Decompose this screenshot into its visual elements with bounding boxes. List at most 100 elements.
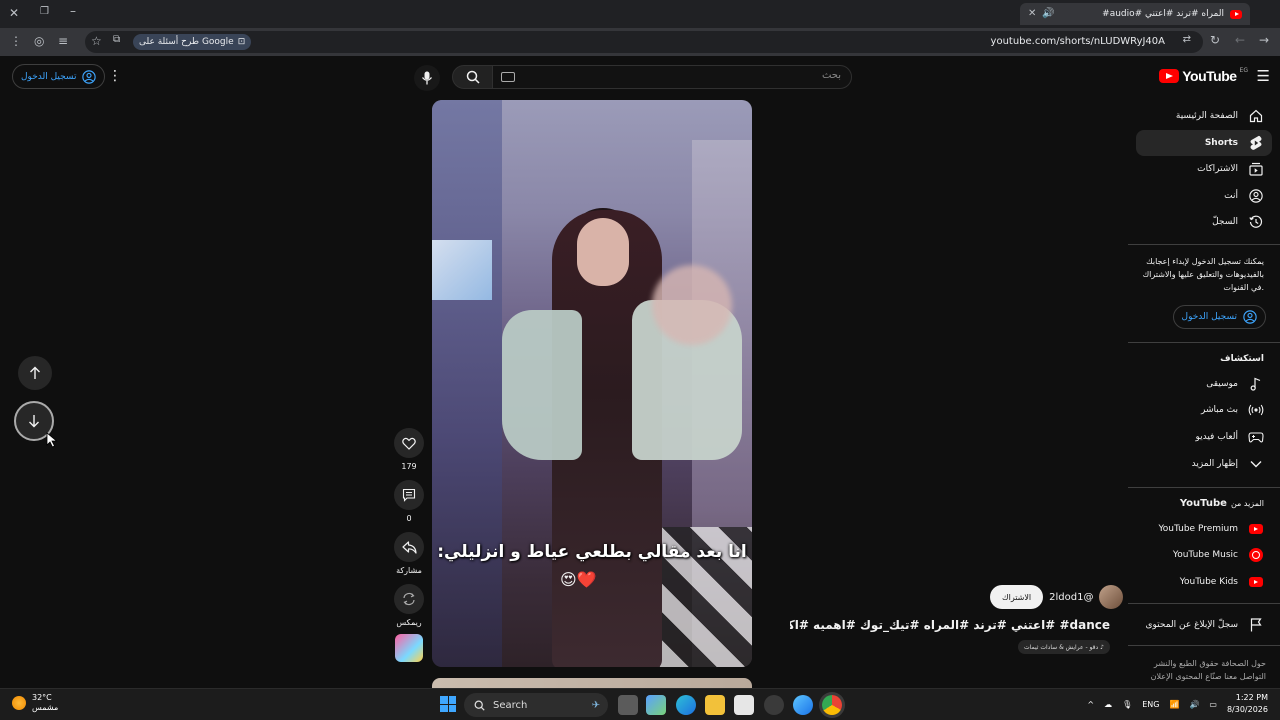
weather-temp: 32°C (32, 693, 52, 702)
search-highlight-icon: ✈ (591, 699, 600, 711)
wifi-icon[interactable]: 📶 (1169, 700, 1179, 709)
search-input[interactable]: بحث (492, 65, 852, 89)
battery-icon[interactable]: ▭ (1209, 700, 1217, 709)
sidebar-item-label: YouTube Kids (1179, 577, 1238, 587)
clock[interactable]: 1:22 PM 8/30/2026 (1227, 692, 1268, 716)
share-icon (401, 540, 417, 554)
signin-button-sidebar[interactable]: تسجيل الدخول (1172, 305, 1266, 329)
store-app-icon[interactable] (734, 695, 754, 715)
next-short-preview[interactable] (432, 678, 752, 688)
hamburger-menu-icon[interactable]: ☰ (1257, 67, 1270, 85)
microphone-icon[interactable]: 🎙 (1122, 700, 1132, 709)
keyboard-language[interactable]: ENG (1142, 700, 1159, 709)
ask-google-chip[interactable]: طرح أسئلة على Google ⊡ (133, 34, 252, 50)
remix-button[interactable] (394, 584, 424, 614)
like-button[interactable] (394, 428, 424, 458)
video-caption: انا بعد مقالي بطلعي عياط و انزليلي: (437, 542, 747, 562)
sidebar-item-you[interactable]: أنت (1136, 183, 1272, 209)
sidebar-divider (1128, 603, 1280, 604)
sidebar-item-report-history[interactable]: سجلّ الإبلاغ عن المحتوى (1136, 612, 1272, 638)
onedrive-icon[interactable]: ☁ (1104, 700, 1112, 709)
show-hidden-icons-icon[interactable]: ^ (1087, 700, 1094, 709)
sidebar-item-shorts[interactable]: Shorts (1136, 130, 1272, 156)
sidebar-divider (1128, 645, 1280, 646)
cast-icon[interactable]: ⧉ (113, 35, 120, 45)
remix-icon (403, 592, 415, 606)
channel-name[interactable]: @2ldod1 (1049, 592, 1093, 603)
share-button[interactable] (394, 532, 424, 562)
previous-short-button[interactable] (18, 356, 52, 390)
signin-label: تسجيل الدخول (21, 71, 77, 82)
arrow-down-icon (29, 415, 39, 428)
sidebar-item-youtube-kids[interactable]: YouTube Kids (1136, 569, 1272, 595)
restore-window-icon[interactable]: ❐ (40, 7, 49, 17)
footer-links[interactable]: حول الصحافة حقوق الطبع والنشر التواصل مع… (1136, 657, 1266, 683)
channel-avatar[interactable] (1099, 585, 1124, 609)
sidebar-item-home[interactable]: الصفحة الرئيسية (1136, 103, 1272, 129)
chrome-browser-icon[interactable] (822, 695, 842, 715)
tab-audio-icon[interactable]: 🔊 (1042, 9, 1054, 19)
search-icon (466, 70, 480, 84)
forward-icon[interactable]: ← (1235, 34, 1245, 46)
sidebar-item-live[interactable]: بث مباشر (1136, 397, 1272, 423)
windows-logo-icon (440, 696, 448, 704)
share-label: مشاركة (396, 566, 422, 575)
bookmark-star-icon[interactable]: ☆ (91, 35, 102, 47)
task-view-icon[interactable] (618, 695, 638, 715)
sidebar-item-subscriptions[interactable]: الاشتراكات (1136, 156, 1272, 182)
sidebar-item-history[interactable]: السجلّ (1136, 209, 1272, 235)
start-button[interactable] (440, 696, 456, 712)
app-icon[interactable] (793, 695, 813, 715)
search-button[interactable] (452, 65, 494, 89)
youtube-favicon-icon (1230, 9, 1242, 19)
browser-menu-icon[interactable]: ⋮ (10, 35, 22, 47)
address-bar[interactable]: ☆ ⧉ طرح أسئلة على Google ⊡ youtube.com/s… (85, 31, 1203, 53)
more-heading-prefix: المزيد من (1230, 499, 1264, 508)
signin-prompt-text: يمكنك تسجيل الدخول لإبداء إعجابك بالفيدي… (1142, 257, 1264, 292)
browser-tab[interactable]: المراه #ترند #اعتني #audio# 🔊 ✕ (1020, 3, 1250, 25)
youtube-logo[interactable]: YouTube EG (1159, 66, 1248, 84)
back-icon[interactable]: → (1259, 34, 1269, 46)
settings-app-icon[interactable] (764, 695, 784, 715)
voice-search-button[interactable] (414, 65, 440, 91)
chevron-down-icon (1248, 456, 1264, 472)
sidebar-item-show-more[interactable]: إظهار المزيد (1136, 451, 1272, 477)
channel-row: @2ldod1 الاشتراك (990, 585, 1124, 609)
shorts-video-player[interactable]: انا بعد مقالي بطلعي عياط و انزليلي: 😍❤️ (432, 100, 752, 667)
country-code: EG (1239, 66, 1248, 74)
settings-more-icon[interactable]: ⋮ (108, 68, 122, 84)
close-tab-icon[interactable]: ✕ (1028, 9, 1036, 19)
audio-chip[interactable]: ♪ دقو - عرايش & سادات ثيمات (1018, 640, 1110, 654)
subscribe-button[interactable]: الاشتراك (990, 585, 1044, 609)
signin-button-header[interactable]: تسجيل الدخول (12, 64, 106, 89)
music-icon (1248, 376, 1264, 392)
widgets-app-icon[interactable] (646, 695, 666, 715)
taskbar-search[interactable]: Search ✈ (464, 693, 608, 717)
weather-widget[interactable]: 32°C مشمس (12, 693, 58, 713)
youtube-wordmark: YouTube (1182, 68, 1237, 84)
reload-icon[interactable]: ↻ (1210, 34, 1220, 46)
youtube-music-icon (1249, 548, 1263, 562)
sidebar-item-label: بث مباشر (1201, 405, 1238, 415)
youtube-play-logo-icon (1159, 69, 1180, 83)
close-window-icon[interactable]: ✕ (9, 7, 19, 19)
account-circle-icon (82, 69, 97, 84)
edge-browser-icon[interactable] (676, 695, 696, 715)
sidebar-item-label: YouTube Premium (1158, 524, 1238, 534)
site-settings-icon[interactable]: ⇄ (1183, 35, 1191, 45)
minimize-window-icon[interactable]: – (70, 5, 76, 17)
youtube-header: تسجيل الدخول ⋮ بحث YouTube EG ☰ (0, 56, 1280, 98)
audio-track-thumbnail[interactable] (395, 634, 423, 662)
sidebar-item-music[interactable]: موسيقى (1136, 371, 1272, 397)
video-title[interactable]: dance# #اعتني #ترند #المراه #تيك_توك #اه… (790, 618, 1110, 632)
sidebar-item-youtube-premium[interactable]: YouTube Premium (1136, 516, 1272, 542)
volume-icon[interactable]: 🔊 (1189, 700, 1199, 709)
sidebar-item-gaming[interactable]: ألعاب فيديو (1136, 424, 1272, 450)
reading-list-icon[interactable]: ≡ (58, 35, 68, 47)
keyboard-icon[interactable] (501, 72, 515, 82)
profile-icon[interactable]: ◎ (34, 35, 44, 47)
sidebar-item-youtube-music[interactable]: YouTube Music (1136, 542, 1272, 568)
file-explorer-icon[interactable] (705, 695, 725, 715)
comments-button[interactable] (394, 480, 424, 510)
video-person-face (577, 218, 629, 286)
